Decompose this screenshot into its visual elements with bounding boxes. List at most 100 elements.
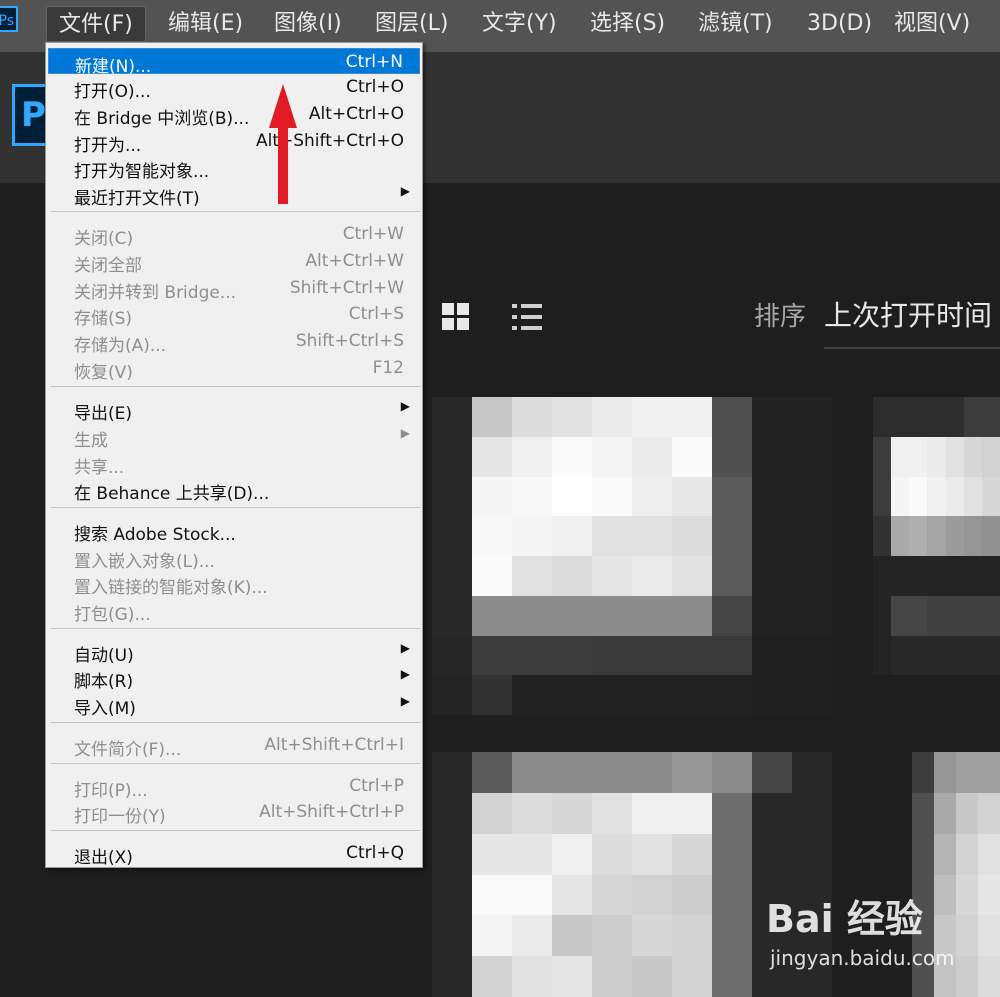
menu-item[interactable]: 打开为... Alt+Shift+Ctrl+O — [48, 128, 420, 156]
menu-item-label: 脚本(R) — [74, 672, 134, 692]
menu-item-label: 打印一份(Y) — [74, 807, 166, 827]
menu-item-label: 文件简介(F)... — [74, 740, 182, 760]
menu-separator — [50, 763, 420, 764]
menu-item-shortcut: Ctrl+W — [342, 224, 404, 244]
menu-item-label: 存储(S) — [74, 309, 133, 329]
menu-item-shortcut: Alt+Shift+Ctrl+P — [259, 802, 404, 822]
sort-dropdown[interactable]: 上次打开时间 — [824, 294, 992, 334]
menubar-item[interactable]: 编辑(E) — [156, 6, 255, 42]
menu-item: 打印(P)... Ctrl+P — [48, 773, 420, 801]
menu-item-shortcut: Shift+Ctrl+W — [289, 278, 404, 298]
menu-item: 存储(S) Ctrl+S — [48, 301, 420, 329]
menu-item-label: 搜索 Adobe Stock... — [74, 525, 236, 545]
menu-item-label: 恢复(V) — [74, 363, 133, 383]
sort-label: 排序 — [754, 302, 807, 332]
menu-item-label: 共享... — [74, 458, 125, 478]
watermark-brand: Bai 经验 — [766, 897, 923, 941]
menu-item[interactable]: 在 Behance 上共享(D)... — [48, 476, 420, 504]
menu-item-label: 打开(O)... — [74, 82, 151, 102]
menubar-item[interactable]: 视图(V) — [882, 6, 982, 42]
menu-item-shortcut: Ctrl+P — [349, 776, 404, 796]
menu-item-label: 打开为智能对象... — [74, 162, 210, 182]
menu-item-label: 生成 — [74, 431, 108, 451]
menu-item-label: 在 Bridge 中浏览(B)... — [74, 109, 250, 129]
watermark-url: jingyan.baidu.com — [770, 946, 955, 970]
menu-item-label: 自动(U) — [74, 646, 134, 666]
submenu-arrow-icon: ▶ — [400, 399, 410, 413]
menu-item[interactable]: 打开为智能对象... — [48, 154, 420, 182]
menu-item-shortcut: Ctrl+O — [346, 77, 404, 97]
menu-item-label: 打包(G)... — [74, 605, 151, 625]
menu-item-shortcut: Shift+Ctrl+S — [295, 331, 404, 351]
menubar-item[interactable]: 3D(D) — [795, 6, 884, 42]
menu-item: 恢复(V) F12 — [48, 355, 420, 383]
menubar-item[interactable]: 滤镜(T) — [686, 6, 785, 42]
menu-item[interactable]: 导入(M) ▶ — [48, 691, 420, 719]
menu-item[interactable]: 在 Bridge 中浏览(B)... Alt+Ctrl+O — [48, 101, 420, 129]
menu-item-label: 关闭并转到 Bridge... — [74, 283, 237, 303]
menu-item[interactable]: 自动(U) ▶ — [48, 638, 420, 666]
menu-item: 文件简介(F)... Alt+Shift+Ctrl+I — [48, 732, 420, 760]
menu-separator — [50, 507, 420, 508]
menu-item: 关闭(C) Ctrl+W — [48, 221, 420, 249]
menu-item-label: 打印(P)... — [74, 781, 148, 801]
menu-item-label: 退出(X) — [74, 848, 133, 868]
sort-underline — [824, 347, 1000, 349]
menu-separator — [50, 628, 420, 629]
menu-item-label: 导出(E) — [74, 404, 133, 424]
menu-item-shortcut: Alt+Ctrl+W — [305, 251, 404, 271]
menu-item-shortcut: Ctrl+N — [345, 52, 403, 72]
submenu-arrow-icon: ▶ — [400, 694, 410, 708]
menu-item-shortcut: Ctrl+S — [348, 304, 404, 324]
recent-file-thumbnail[interactable] — [873, 397, 1000, 715]
file-menu-dropdown: 新建(N)... Ctrl+N 打开(O)... Ctrl+O 在 Bridge 中浏览… — [45, 42, 423, 868]
menu-item-label: 导入(M) — [74, 699, 136, 719]
list-view-icon[interactable] — [512, 304, 542, 330]
photoshop-app-icon[interactable]: Ps — [0, 6, 18, 32]
red-arrow-annotation — [269, 84, 297, 204]
menu-item-shortcut: Alt+Ctrl+O — [308, 104, 404, 124]
baidu-watermark: Bai 经验 jingyan.baidu.com — [766, 888, 1000, 978]
menu-item-label: 关闭全部 — [74, 256, 142, 276]
menubar-item[interactable]: 选择(S) — [578, 6, 677, 42]
menu-item: 存储为(A)... Shift+Ctrl+S — [48, 328, 420, 356]
menu-item: 关闭并转到 Bridge... Shift+Ctrl+W — [48, 275, 420, 303]
recent-file-thumbnail[interactable] — [432, 397, 832, 715]
menu-item-label: 置入嵌入对象(L)... — [74, 552, 215, 572]
menu-item[interactable]: 脚本(R) ▶ — [48, 664, 420, 692]
menu-separator — [50, 211, 420, 212]
submenu-arrow-icon: ▶ — [400, 667, 410, 681]
menubar-item[interactable]: 文字(Y) — [470, 6, 569, 42]
menu-item[interactable]: 退出(X) Ctrl+Q — [48, 840, 420, 868]
menu-item: 生成 ▶ — [48, 423, 420, 451]
menu-item-label: 关闭(C) — [74, 229, 134, 249]
menu-item[interactable]: 打开(O)... Ctrl+O — [48, 74, 420, 102]
menu-item-label: 最近打开文件(T) — [74, 189, 200, 209]
menu-item: 置入链接的智能对象(K)... — [48, 570, 420, 598]
submenu-arrow-icon: ▶ — [400, 184, 410, 198]
menu-separator — [50, 722, 420, 723]
menubar-item[interactable]: 文件(F) — [46, 6, 146, 42]
menu-item[interactable]: 搜索 Adobe Stock... — [48, 517, 420, 545]
menu-item: 打印一份(Y) Alt+Shift+Ctrl+P — [48, 799, 420, 827]
menu-separator — [50, 386, 420, 387]
menu-item[interactable]: 最近打开文件(T) ▶ — [48, 181, 420, 209]
menu-separator — [50, 830, 420, 831]
menu-item-label: 在 Behance 上共享(D)... — [74, 484, 270, 504]
grid-view-icon[interactable] — [442, 303, 470, 331]
menu-item: 共享... — [48, 450, 420, 478]
menu-item-shortcut: Ctrl+Q — [346, 843, 404, 863]
menu-item[interactable]: 新建(N)... Ctrl+N — [48, 48, 420, 77]
submenu-arrow-icon: ▶ — [400, 426, 410, 440]
menubar-item[interactable]: 图层(L) — [363, 6, 460, 42]
menu-item-shortcut: F12 — [372, 358, 404, 378]
menu-item-label: 存储为(A)... — [74, 336, 167, 356]
menu-item-label: 置入链接的智能对象(K)... — [74, 578, 268, 598]
menu-item-label: 打开为... — [74, 136, 142, 156]
submenu-arrow-icon: ▶ — [400, 641, 410, 655]
menu-item-shortcut: Alt+Shift+Ctrl+I — [264, 735, 404, 755]
menu-item: 关闭全部 Alt+Ctrl+W — [48, 248, 420, 276]
menu-item[interactable]: 导出(E) ▶ — [48, 396, 420, 424]
menubar-item[interactable]: 图像(I) — [262, 6, 354, 42]
menu-item: 打包(G)... — [48, 597, 420, 625]
